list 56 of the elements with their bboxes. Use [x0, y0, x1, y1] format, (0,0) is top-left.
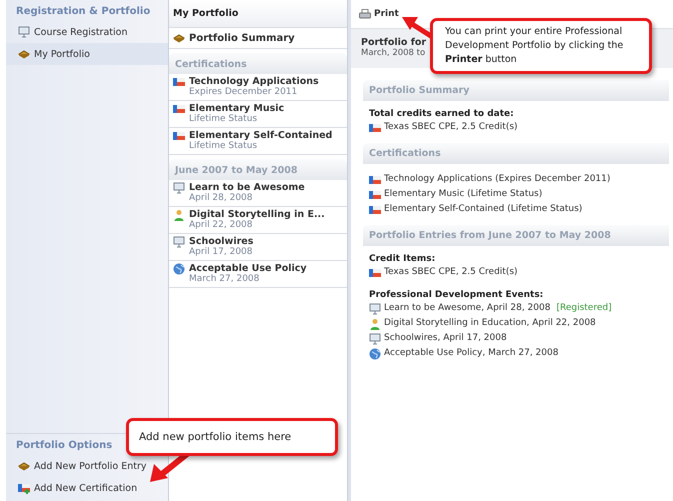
entry-text: Technology Applications (Expires December 2011): [384, 173, 610, 186]
section-heading: Registration & Portfolio: [16, 6, 150, 17]
report-subtitle: March, 2008 to: [361, 48, 426, 58]
callout-note: You can print your entire Professional Development Portfolio by clicking the Printer button: [430, 18, 652, 74]
callout-note: Add new portfolio items here: [126, 418, 338, 456]
entry-text: Learn to be Awesome, April 28, 2008: [384, 302, 550, 315]
section-heading: Portfolio Summary: [363, 80, 669, 101]
option-link[interactable]: Add New Portfolio Entry: [6, 455, 168, 477]
section-heading: Portfolio Options: [16, 440, 112, 451]
entry-text: Elementary Music (Lifetime Status): [384, 188, 542, 201]
portfolio-item[interactable]: Elementary Self-Contained Lifetime Status: [169, 128, 347, 155]
portfolio-item[interactable]: Technology Applications Expires December 2011: [169, 74, 347, 101]
monitor-icon: [369, 332, 381, 344]
print-button[interactable]: Print: [359, 6, 399, 22]
monitor-icon: [173, 182, 185, 194]
person-icon: [173, 209, 185, 221]
flag-icon: [173, 76, 185, 88]
portfolio-item[interactable]: Schoolwires April 17, 2008: [169, 234, 347, 261]
monitor-icon: [18, 26, 30, 38]
section-heading: Portfolio Entries from June 2007 to May 2008: [363, 225, 669, 246]
flag-icon: [369, 122, 381, 134]
entry-text: Digital Storytelling in Education, April 22, 2008: [384, 317, 596, 330]
block-heading: Total credits earned to date:: [369, 109, 515, 119]
summary-item[interactable]: Portfolio Summary: [169, 28, 347, 49]
printer-icon: [359, 8, 371, 20]
block-heading: Professional Development Events:: [369, 290, 544, 300]
monitor-icon: [173, 236, 185, 248]
globe-icon: [173, 263, 185, 275]
entry-text: Texas SBEC CPE, 2.5 Credit(s): [384, 121, 518, 134]
flag-add-icon: [18, 482, 30, 494]
globe-icon: [369, 348, 381, 360]
flag-icon: [369, 266, 381, 278]
portfolio-item[interactable]: Digital Storytelling in E... April 22, 2008: [169, 207, 347, 234]
option-link[interactable]: Add New Certification: [6, 477, 168, 499]
flag-icon: [173, 130, 185, 142]
entry-text: Elementary Self-Contained (Lifetime Status): [384, 203, 582, 216]
flag-icon: [369, 188, 381, 200]
entry-text: Schoolwires, April 17, 2008: [384, 332, 507, 345]
flag-icon: [173, 103, 185, 115]
nav-item[interactable]: My Portfolio: [6, 43, 168, 65]
portfolio-item[interactable]: Elementary Music Lifetime Status: [169, 101, 347, 128]
group-heading: Certifications: [169, 53, 347, 74]
monitor-icon: [369, 302, 381, 314]
group-heading: June 2007 to May 2008: [169, 159, 347, 180]
portfolio-item[interactable]: Acceptable Use Policy March 27, 2008: [169, 261, 347, 288]
block-heading: Credit Items:: [369, 254, 436, 264]
entry-text: Texas SBEC CPE, 2.5 Credit(s): [384, 266, 518, 279]
entry-text: Acceptable Use Policy, March 27, 2008: [384, 347, 558, 360]
flag-icon: [369, 174, 381, 186]
nav-item[interactable]: Course Registration: [6, 21, 168, 43]
person-icon: [369, 318, 381, 330]
report-title: Portfolio for: [361, 37, 426, 48]
portfolio-item[interactable]: Learn to be Awesome April 28, 2008: [169, 180, 347, 207]
flag-icon: [369, 204, 381, 216]
status-label: [Registered]: [556, 302, 612, 315]
section-heading: Certifications: [363, 143, 669, 164]
